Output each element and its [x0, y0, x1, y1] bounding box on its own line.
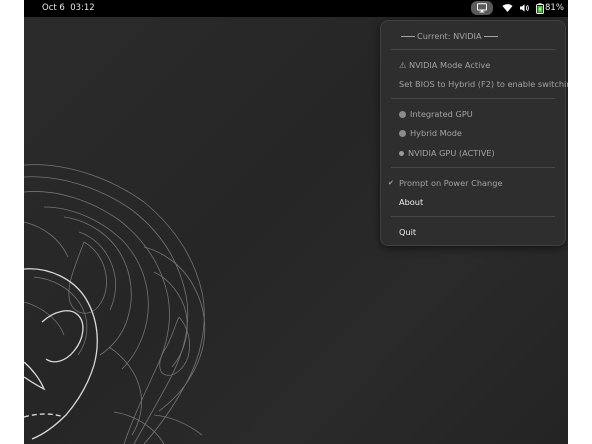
battery-icon[interactable]	[535, 3, 545, 14]
mode-integrated-gpu[interactable]: Integrated GPU	[399, 109, 473, 119]
radio-selected-icon	[399, 151, 404, 156]
header-line-right	[483, 36, 498, 37]
display-icon	[477, 3, 487, 13]
about-item[interactable]: About	[399, 197, 423, 207]
volume-icon[interactable]	[519, 3, 530, 13]
mode-label: NVIDIA GPU (ACTIVE)	[408, 148, 495, 158]
header-line-left	[401, 36, 415, 37]
gpu-switcher-menu: Current: NVIDIA ⚠ NVIDIA Mode Active Set…	[380, 20, 568, 246]
clock[interactable]: Oct 6 03:12	[42, 3, 95, 13]
menu-separator	[391, 167, 555, 168]
mode-nvidia-gpu[interactable]: NVIDIA GPU (ACTIVE)	[399, 148, 495, 158]
battery-percent: 81%	[545, 3, 564, 13]
menu-separator	[391, 98, 555, 99]
quit-item[interactable]: Quit	[399, 227, 416, 237]
status-item: ⚠ NVIDIA Mode Active	[399, 60, 491, 70]
date-label: Oct 6	[42, 3, 65, 13]
desktop-screen: Oct 6 03:12 81% Current: NVIDIA ⚠ NVIDIA…	[24, 0, 568, 444]
menu-separator	[391, 216, 555, 217]
menu-header-label: Current: NVIDIA	[417, 31, 482, 41]
menu-header: Current: NVIDIA	[399, 31, 500, 41]
radio-unselected-icon	[399, 130, 406, 137]
radio-unselected-icon	[399, 111, 406, 118]
checkmark-icon: ✔	[388, 179, 394, 187]
mode-label: Hybrid Mode	[410, 128, 462, 138]
prompt-on-power-change-item[interactable]: Prompt on Power Change	[399, 178, 502, 188]
mode-hybrid[interactable]: Hybrid Mode	[399, 128, 462, 138]
time-label: 03:12	[70, 3, 95, 13]
bios-hint-item: Set BIOS to Hybrid (F2) to enable switch…	[399, 79, 568, 89]
top-bar: Oct 6 03:12 81%	[24, 0, 568, 17]
gpu-indicator-button[interactable]	[471, 1, 493, 15]
wifi-icon[interactable]	[502, 3, 513, 13]
mode-label: Integrated GPU	[410, 109, 473, 119]
menu-separator	[391, 49, 555, 50]
